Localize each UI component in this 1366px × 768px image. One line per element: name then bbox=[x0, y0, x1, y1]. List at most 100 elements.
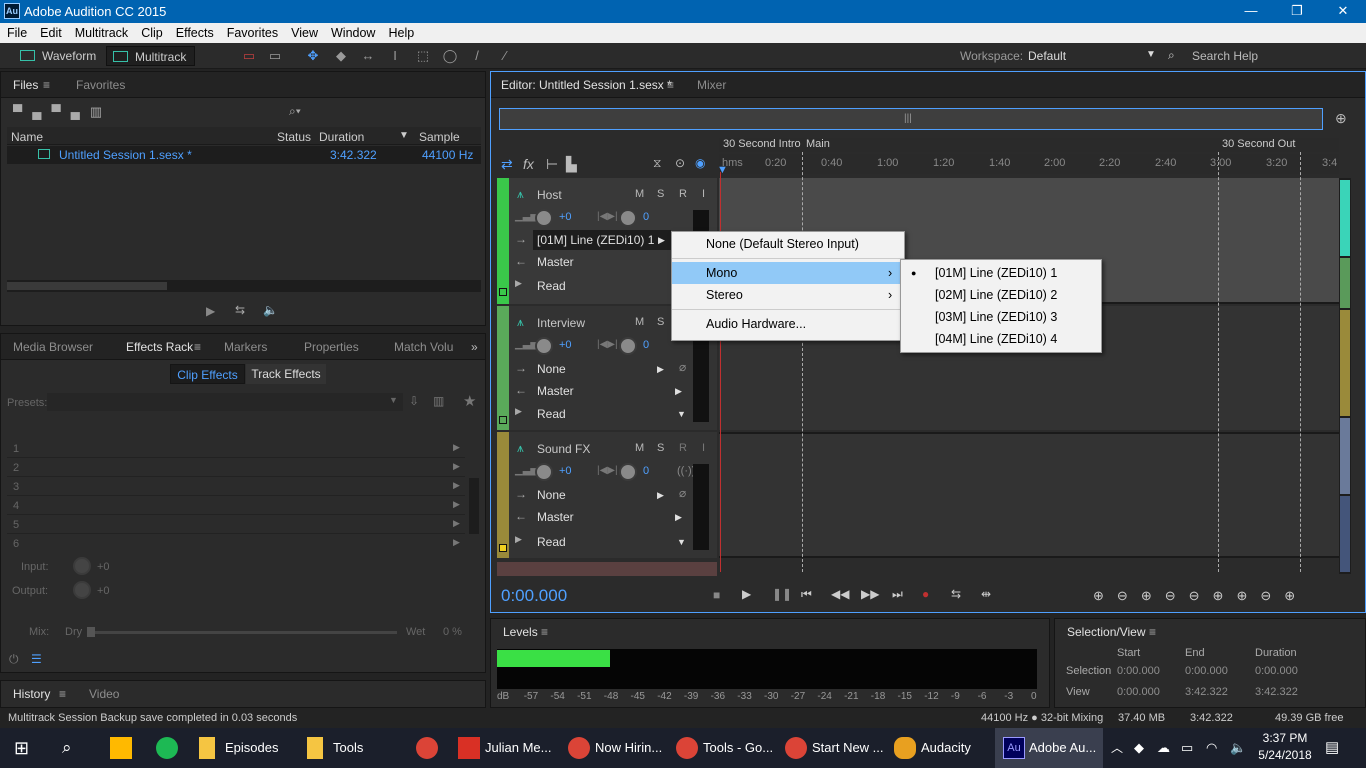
insert-icon[interactable]: ▄ bbox=[71, 104, 90, 119]
metronome-icon[interactable]: ⧖ bbox=[653, 156, 661, 171]
pitch-display-icon[interactable]: ▭ bbox=[266, 47, 284, 65]
selection-duration[interactable]: 0:00.000 bbox=[1255, 665, 1298, 677]
zoom-in-time-icon[interactable]: ⊕ bbox=[1141, 588, 1165, 603]
slot-arrow-icon[interactable]: ▶ bbox=[453, 537, 460, 548]
view-end[interactable]: 3:42.322 bbox=[1185, 686, 1228, 698]
table-row[interactable]: Untitled Session 1.sesx * 3:42.322 44100… bbox=[7, 146, 481, 164]
clock-time[interactable]: 3:37 PM bbox=[1255, 731, 1315, 745]
list-item[interactable]: 4 ▶ bbox=[7, 497, 465, 515]
tab-files[interactable]: Files bbox=[13, 72, 38, 98]
tab-video[interactable]: Video bbox=[89, 681, 119, 707]
menu-item-none[interactable]: None (Default Stereo Input) bbox=[672, 233, 904, 255]
input-knob[interactable] bbox=[73, 557, 91, 575]
cloud-icon[interactable]: ☁ bbox=[1157, 728, 1170, 768]
delete-preset-icon[interactable]: ▥ bbox=[433, 394, 444, 408]
autoplay-icon[interactable]: 🔈 bbox=[263, 303, 278, 317]
spot-healing-tool-icon[interactable]: ⁄ bbox=[496, 47, 514, 65]
vertical-scrollbar[interactable] bbox=[1339, 178, 1351, 574]
record-arm-button[interactable]: R bbox=[679, 442, 687, 454]
expand-automation-icon[interactable]: ▶ bbox=[515, 406, 522, 417]
favorite-icon[interactable]: ★ bbox=[463, 392, 476, 410]
open-file-icon[interactable]: ▀ bbox=[13, 104, 32, 119]
slip-tool-icon[interactable]: ↔ bbox=[359, 47, 377, 65]
brush-tool-icon[interactable]: / bbox=[468, 47, 486, 65]
zoom-selection-icon[interactable]: ⊕ bbox=[1213, 588, 1237, 603]
track-input-select[interactable]: [01M] Line (ZEDi10) 1 ▶ bbox=[533, 230, 671, 250]
pan-knob[interactable] bbox=[619, 337, 637, 355]
tab-media-browser[interactable]: Media Browser bbox=[13, 334, 93, 360]
phase-invert-icon[interactable]: ⌀ bbox=[679, 360, 686, 374]
time-selection-tool-icon[interactable]: I bbox=[386, 47, 404, 65]
menu-help[interactable]: Help bbox=[381, 23, 420, 40]
output-value[interactable]: +0 bbox=[97, 585, 110, 597]
pan-value[interactable]: 0 bbox=[643, 465, 649, 477]
effects-icon[interactable]: fx bbox=[523, 156, 534, 172]
inputs-outputs-icon[interactable]: ⇄ bbox=[501, 156, 513, 173]
panel-menu-icon[interactable]: ≡ bbox=[541, 625, 548, 639]
track-input-select[interactable]: None ▶ bbox=[533, 359, 673, 379]
play-icon[interactable]: ▶ bbox=[742, 587, 751, 601]
menu-window[interactable]: Window bbox=[324, 23, 381, 40]
submenu-item-01m[interactable]: ● [01M] Line (ZEDi10) 1 bbox=[901, 262, 1101, 284]
chrome-icon[interactable] bbox=[568, 737, 590, 759]
zoom-out-full-icon[interactable]: ⊖ bbox=[1189, 588, 1213, 603]
volume-icon[interactable]: 🔈 bbox=[1230, 728, 1246, 768]
waveform-button[interactable]: Waveform bbox=[14, 46, 104, 66]
rewind-icon[interactable]: ◀◀ bbox=[831, 587, 849, 601]
sends-icon[interactable]: ⊢ bbox=[546, 156, 558, 173]
phase-invert-icon[interactable]: ⌀ bbox=[679, 486, 686, 500]
battery-icon[interactable]: ▭ bbox=[1181, 728, 1193, 768]
taskbar-app[interactable]: Episodes bbox=[225, 728, 278, 768]
windows-start-icon[interactable]: ⊞ bbox=[14, 728, 29, 768]
menu-multitrack[interactable]: Multitrack bbox=[68, 23, 134, 40]
folder-icon[interactable] bbox=[199, 737, 215, 759]
loop-playback-icon[interactable]: ⇆ bbox=[951, 587, 961, 601]
input-value[interactable]: +0 bbox=[97, 561, 110, 573]
record-arm-button[interactable]: R bbox=[679, 188, 687, 200]
selection-end[interactable]: 0:00.000 bbox=[1185, 665, 1228, 677]
input-monitor-button[interactable]: I bbox=[702, 188, 705, 200]
taskbar-app[interactable]: Audacity bbox=[921, 728, 971, 768]
menu-effects[interactable]: Effects bbox=[169, 23, 220, 40]
import-icon[interactable]: ▄ bbox=[32, 104, 51, 119]
fast-forward-icon[interactable]: ▶▶ bbox=[861, 587, 879, 601]
solo-button[interactable]: S bbox=[657, 442, 664, 454]
taskbar-app[interactable]: Now Hirin... bbox=[595, 728, 662, 768]
snap-icon[interactable]: ⊙ bbox=[675, 156, 685, 170]
mix-slider[interactable] bbox=[87, 627, 397, 637]
volume-knob[interactable] bbox=[535, 337, 553, 355]
scrollbar-thumb[interactable] bbox=[7, 282, 167, 290]
skip-selected-clips-icon[interactable]: ⇹ bbox=[981, 587, 991, 601]
delete-icon[interactable]: ▥ bbox=[90, 104, 112, 119]
track-select-checkbox[interactable] bbox=[499, 288, 507, 296]
slot-arrow-icon[interactable]: ▶ bbox=[453, 442, 460, 453]
slot-arrow-icon[interactable]: ▶ bbox=[453, 480, 460, 491]
expand-automation-icon[interactable]: ▶ bbox=[515, 278, 522, 289]
taskbar-active-app[interactable]: Au Adobe Au... bbox=[995, 728, 1103, 768]
pan-knob[interactable] bbox=[619, 209, 637, 227]
track-name[interactable]: Sound FX bbox=[537, 442, 590, 456]
view-duration[interactable]: 3:42.322 bbox=[1255, 686, 1298, 698]
tab-match-volume[interactable]: Match Volu bbox=[394, 334, 453, 360]
volume-value[interactable]: +0 bbox=[559, 339, 572, 351]
col-name[interactable]: Name bbox=[11, 130, 43, 144]
automation-mode-select[interactable]: Read ▼ bbox=[533, 532, 689, 552]
close-button[interactable]: ✕ bbox=[1320, 0, 1366, 23]
pdf-icon[interactable] bbox=[458, 737, 480, 759]
menu-clip[interactable]: Clip bbox=[134, 23, 169, 40]
menu-item-stereo[interactable]: Stereo › bbox=[672, 284, 904, 306]
tab-effects-rack[interactable]: Effects Rack bbox=[126, 334, 193, 360]
submenu-item-02m[interactable]: [02M] Line (ZEDi10) 2 bbox=[901, 284, 1101, 306]
list-item[interactable]: 2 ▶ bbox=[7, 459, 465, 477]
go-to-start-icon[interactable]: ⏮ bbox=[801, 587, 812, 602]
track-effects-tab[interactable]: Track Effects bbox=[246, 364, 326, 384]
marquee-tool-icon[interactable]: ⬚ bbox=[414, 47, 432, 65]
pan-knob[interactable] bbox=[619, 463, 637, 481]
more-tabs-icon[interactable]: » bbox=[471, 334, 478, 360]
move-tool-icon[interactable]: ✥ bbox=[304, 47, 322, 65]
submenu-item-04m[interactable]: [04M] Line (ZEDi10) 4 bbox=[901, 328, 1101, 350]
input-monitor-button[interactable]: I bbox=[702, 442, 705, 454]
zoom-out-point-icon[interactable]: ⊖ bbox=[1260, 588, 1284, 603]
volume-knob[interactable] bbox=[535, 209, 553, 227]
track-select-checkbox[interactable] bbox=[499, 544, 507, 552]
